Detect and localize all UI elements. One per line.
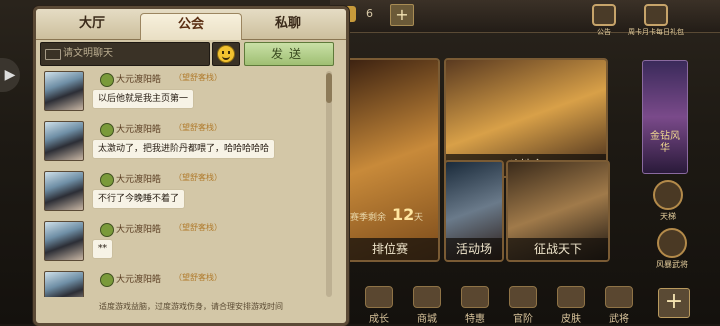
card-conquest[interactable]: 征战天下 (506, 160, 610, 262)
message-scrollbar[interactable] (326, 71, 332, 297)
rank-badge-icon (100, 123, 114, 137)
expand-plus-button[interactable]: + (658, 288, 690, 318)
chat-input[interactable] (63, 45, 205, 61)
tab-private[interactable]: 私聊 (238, 13, 338, 39)
message-bubble: ** (92, 239, 113, 259)
message-item: 大元渡阳皓 （望舒客栈） ** (44, 221, 328, 269)
nav-skin[interactable]: 皮肤 (552, 286, 590, 325)
send-button[interactable]: 发送 (244, 42, 334, 66)
general-icon (605, 286, 633, 308)
avatar[interactable] (44, 221, 84, 261)
sender-name[interactable]: 大元渡阳皓 (116, 122, 161, 135)
nav-label: 皮肤 (561, 314, 581, 325)
rank-icon (509, 286, 537, 308)
nav-rank[interactable]: 官阶 (504, 286, 542, 325)
rank-badge-icon (100, 173, 114, 187)
storm-general-label: 风暴武将 (656, 260, 688, 269)
ladder-icon (653, 180, 683, 210)
gift-pack-label: 周卡月卡每日礼包 (628, 28, 684, 36)
tab-lobby[interactable]: 大厅 (42, 13, 142, 39)
add-currency-button[interactable]: + (390, 4, 414, 26)
promo-text: 金钻风华 (650, 131, 680, 154)
season-remaining-label: 赛季剩余 (350, 213, 387, 223)
nav-label: 特惠 (465, 314, 485, 325)
nav-growth[interactable]: 成长 (360, 286, 398, 325)
message-item: 大元渡阳皓 （望舒客栈） 太激动了，把我进阶丹都喂了，哈哈哈哈哈 (44, 121, 328, 169)
currency-count: 6 (366, 7, 373, 20)
avatar[interactable] (44, 271, 84, 297)
card-caption: 征战天下 (508, 238, 608, 260)
guild-name: （望舒客栈） (174, 173, 222, 182)
rank-badge-icon (100, 223, 114, 237)
avatar[interactable] (44, 121, 84, 161)
message-item: 大元渡阳皓 （望舒客栈） (44, 271, 328, 297)
season-remaining-unit: 天 (414, 213, 424, 223)
chat-tabs: 大厅 公会 私聊 (36, 9, 346, 40)
notice-icon (592, 4, 616, 26)
nav-label: 武将 (609, 314, 629, 325)
guild-name: （望舒客栈） (174, 123, 222, 132)
sender-name[interactable]: 大元渡阳皓 (116, 222, 161, 235)
message-bubble: 太激动了，把我进阶丹都喂了，哈哈哈哈哈 (92, 139, 276, 159)
avatar[interactable] (44, 171, 84, 211)
tab-guild[interactable]: 公会 (140, 13, 242, 40)
rank-badge-icon (100, 73, 114, 87)
card-caption: 活动场 (446, 238, 502, 260)
nav-deal[interactable]: 特惠 (456, 286, 494, 325)
message-list[interactable]: 大元渡阳皓 （望舒客栈） 以后他就是我主页第一 大元渡阳皓 （望舒客栈） 太激动… (40, 71, 336, 297)
ladder-label: 天梯 (660, 212, 676, 221)
ladder-button[interactable]: 天梯 (652, 180, 684, 222)
notice-button[interactable]: 公告 (586, 4, 622, 36)
keyboard-icon (45, 49, 61, 60)
avatar[interactable] (44, 71, 84, 111)
message-item: 大元渡阳皓 （望舒客栈） 以后他就是我主页第一 (44, 71, 328, 119)
health-notice: 适度游戏益脑，过度游戏伤身，请合理安排游戏时间 (99, 302, 283, 311)
smiley-icon (217, 45, 235, 63)
gift-icon (644, 4, 668, 26)
message-bubble: 不行了今晚睡不着了 (92, 189, 186, 209)
chat-input-row: 发送 (40, 42, 340, 66)
guild-name: （望舒客栈） (174, 273, 222, 282)
promo-banner[interactable]: 金钻风华 (642, 60, 688, 174)
emoji-button[interactable] (212, 42, 240, 66)
rank-badge-icon (100, 273, 114, 287)
nav-label: 成长 (369, 314, 389, 325)
sender-name[interactable]: 大元渡阳皓 (116, 72, 161, 85)
storm-general-button[interactable]: 风暴武将 (652, 228, 692, 270)
card-ranked[interactable]: 赛季剩余 12 天 排位赛 (340, 58, 440, 262)
gift-pack-button[interactable]: 周卡月卡每日礼包 (624, 4, 688, 36)
card-art (342, 60, 438, 260)
skin-icon (557, 286, 585, 308)
growth-icon (365, 286, 393, 308)
deal-icon (461, 286, 489, 308)
chat-input-box[interactable] (40, 42, 210, 66)
chat-panel: 大厅 公会 私聊 发送 大元渡阳皓 （望舒客栈） 以后他就是我主页第一 大元渡阳… (33, 6, 349, 326)
sender-name[interactable]: 大元渡阳皓 (116, 172, 161, 185)
season-remaining-days: 12 (392, 205, 415, 224)
card-caption: 排位赛 (342, 238, 438, 260)
notice-label: 公告 (597, 28, 611, 36)
guild-name: （望舒客栈） (174, 223, 222, 232)
shop-icon (413, 286, 441, 308)
nav-general[interactable]: 武将 (600, 286, 638, 325)
nav-shop[interactable]: 商城 (408, 286, 446, 325)
scroll-thumb[interactable] (326, 73, 332, 103)
storm-general-icon (657, 228, 687, 258)
nav-label: 官阶 (513, 314, 533, 325)
card-event[interactable]: 活动场 (444, 160, 504, 262)
guild-name: （望舒客栈） (174, 73, 222, 82)
message-bubble: 以后他就是我主页第一 (92, 89, 195, 109)
message-item: 大元渡阳皓 （望舒客栈） 不行了今晚睡不着了 (44, 171, 328, 219)
sender-name[interactable]: 大元渡阳皓 (116, 272, 161, 285)
nav-label: 商城 (417, 314, 437, 325)
